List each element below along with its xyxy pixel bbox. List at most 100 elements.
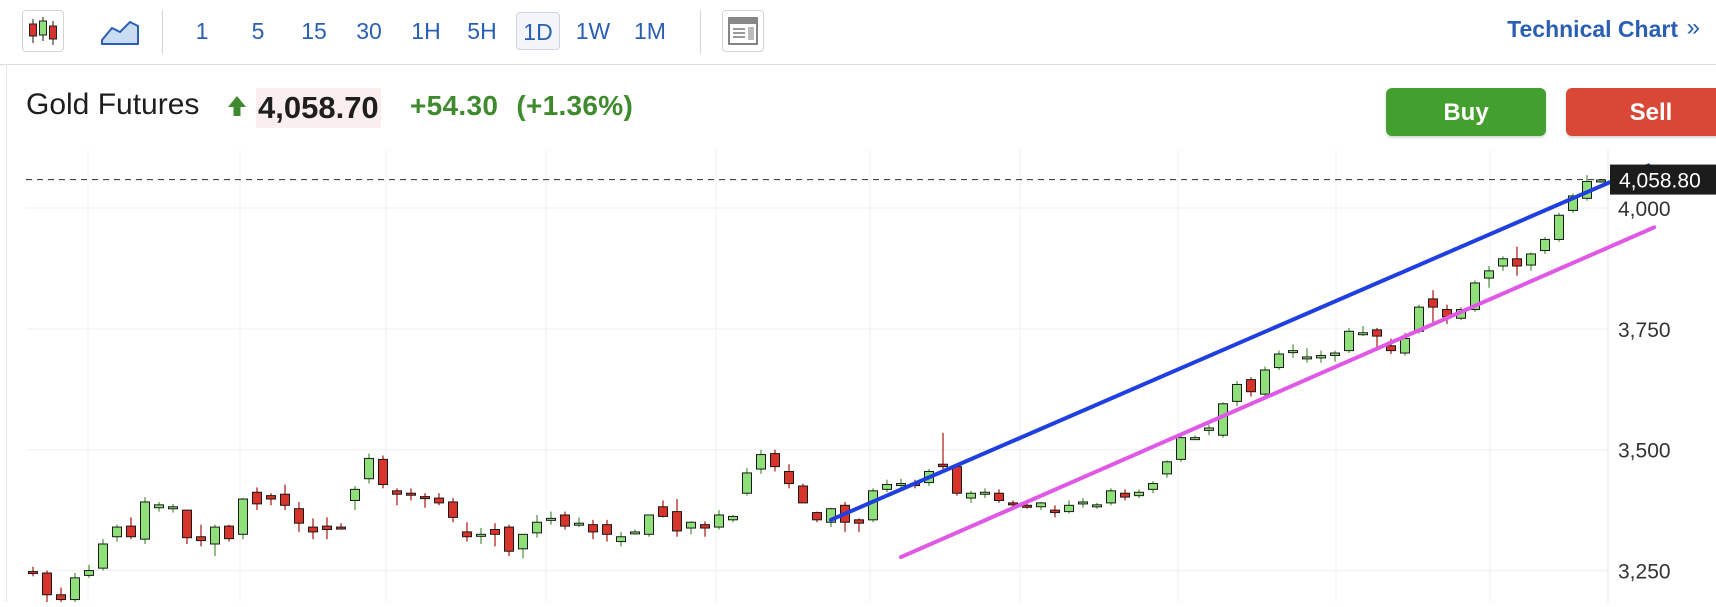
- candle-up: [1064, 504, 1074, 513]
- candle-up: [1596, 179, 1606, 183]
- candle-down: [490, 528, 500, 535]
- candle-down: [1246, 379, 1256, 393]
- candle-down: [812, 512, 822, 521]
- candle-up: [1288, 350, 1298, 354]
- price-change: +54.30 (+1.36%): [410, 90, 633, 122]
- up-arrow-icon: [228, 96, 246, 116]
- candle-down: [224, 525, 234, 540]
- candle-up: [980, 491, 990, 495]
- lower-trendline: [899, 225, 1657, 560]
- candle-up: [644, 514, 654, 535]
- last-price-badge-label: 4,058.80: [1619, 170, 1701, 193]
- candle-up: [1400, 338, 1410, 354]
- candle-down: [1428, 298, 1438, 308]
- candle-up: [1526, 253, 1536, 266]
- candle-down: [280, 493, 290, 506]
- candle-down: [1512, 258, 1522, 267]
- candle-down: [28, 571, 38, 575]
- candle-up: [1176, 437, 1186, 460]
- toolbar-separator: [700, 10, 701, 54]
- change-percent: (+1.36%): [516, 90, 634, 121]
- candle-up: [1036, 502, 1046, 508]
- upper-trendline: [829, 163, 1651, 522]
- candle-up: [350, 488, 360, 501]
- candle-down: [672, 511, 682, 532]
- layout-icon: [728, 17, 758, 45]
- candle-up: [112, 526, 122, 538]
- area-chart-icon[interactable]: [100, 14, 140, 48]
- technical-chart-link[interactable]: Technical Chart: [1507, 16, 1678, 43]
- y-tick-label: 3,750: [1618, 319, 1671, 342]
- timeframe-5h[interactable]: 5H: [460, 12, 504, 50]
- candle-up: [518, 533, 528, 550]
- timeframe-1m[interactable]: 1M: [624, 12, 676, 50]
- candle-down: [42, 572, 52, 596]
- candle-down: [1022, 504, 1032, 508]
- candle-down: [560, 514, 570, 527]
- candle-down: [784, 470, 794, 485]
- timeframe-1h[interactable]: 1H: [404, 12, 448, 50]
- candle-up: [84, 570, 94, 576]
- candle-down: [196, 536, 206, 542]
- candle-down: [182, 509, 192, 539]
- candle-down: [434, 497, 444, 504]
- timeframe-1w[interactable]: 1W: [570, 12, 616, 50]
- candle-down: [1050, 509, 1060, 514]
- buy-button[interactable]: Buy: [1386, 88, 1546, 136]
- candle-down: [504, 526, 514, 552]
- candle-up: [1078, 501, 1088, 505]
- candle-down: [126, 525, 136, 538]
- candle-up: [154, 504, 164, 509]
- candle-down: [308, 526, 318, 533]
- candle-down: [252, 491, 262, 505]
- candle-down: [266, 495, 276, 500]
- candle-down: [322, 525, 332, 530]
- candle-down: [938, 463, 948, 468]
- timeframe-1d[interactable]: 1D: [516, 12, 560, 50]
- candle-up: [756, 454, 766, 470]
- candlestick-icon: [29, 17, 57, 45]
- y-tick-label: 3,500: [1618, 440, 1671, 463]
- candle-down: [1120, 492, 1130, 498]
- change-value: +54.30: [410, 90, 499, 121]
- candle-up: [1190, 437, 1200, 441]
- candle-up: [896, 483, 906, 487]
- candle-up: [1316, 354, 1326, 359]
- candle-up: [1358, 332, 1368, 336]
- candle-down: [602, 524, 612, 535]
- candle-down: [1372, 329, 1382, 337]
- candle-up: [98, 543, 108, 569]
- candle-up: [476, 533, 486, 537]
- candle-up: [210, 526, 220, 545]
- candle-down: [406, 492, 416, 496]
- candle-down: [854, 519, 864, 524]
- layout-button[interactable]: [722, 10, 764, 52]
- candle-down: [994, 492, 1004, 501]
- candle-up: [966, 492, 976, 499]
- candlestick-type-button[interactable]: [22, 10, 64, 52]
- candle-up: [882, 484, 892, 490]
- toolbar-separator: [162, 10, 163, 54]
- candle-up: [1232, 383, 1242, 402]
- candle-up: [1148, 483, 1158, 490]
- timeframe-1[interactable]: 1: [180, 12, 224, 50]
- candle-up: [1302, 356, 1312, 360]
- double-chevron-right-icon[interactable]: »: [1687, 14, 1700, 42]
- timeframe-30[interactable]: 30: [346, 12, 392, 50]
- candle-up: [1554, 214, 1564, 240]
- candle-up: [630, 531, 640, 535]
- candlestick-chart[interactable]: 4,000 3,750 3,500 3,250 4,058.80: [0, 150, 1716, 607]
- candle-up: [742, 472, 752, 494]
- chart-toolbar: 1 5 15 30 1H 5H 1D 1W 1M Technical Chart »: [0, 0, 1716, 65]
- timeframe-5[interactable]: 5: [236, 12, 280, 50]
- sell-button[interactable]: Sell: [1566, 88, 1716, 136]
- candle-up: [1162, 461, 1172, 475]
- y-tick-label: 3,250: [1618, 561, 1671, 584]
- candle-up: [364, 457, 374, 480]
- timeframe-15[interactable]: 15: [292, 12, 336, 50]
- candle-up: [546, 517, 556, 521]
- candle-up: [70, 577, 80, 601]
- candle-up: [1540, 238, 1550, 252]
- instrument-title: Gold Futures: [26, 88, 200, 121]
- candle-up: [238, 498, 248, 535]
